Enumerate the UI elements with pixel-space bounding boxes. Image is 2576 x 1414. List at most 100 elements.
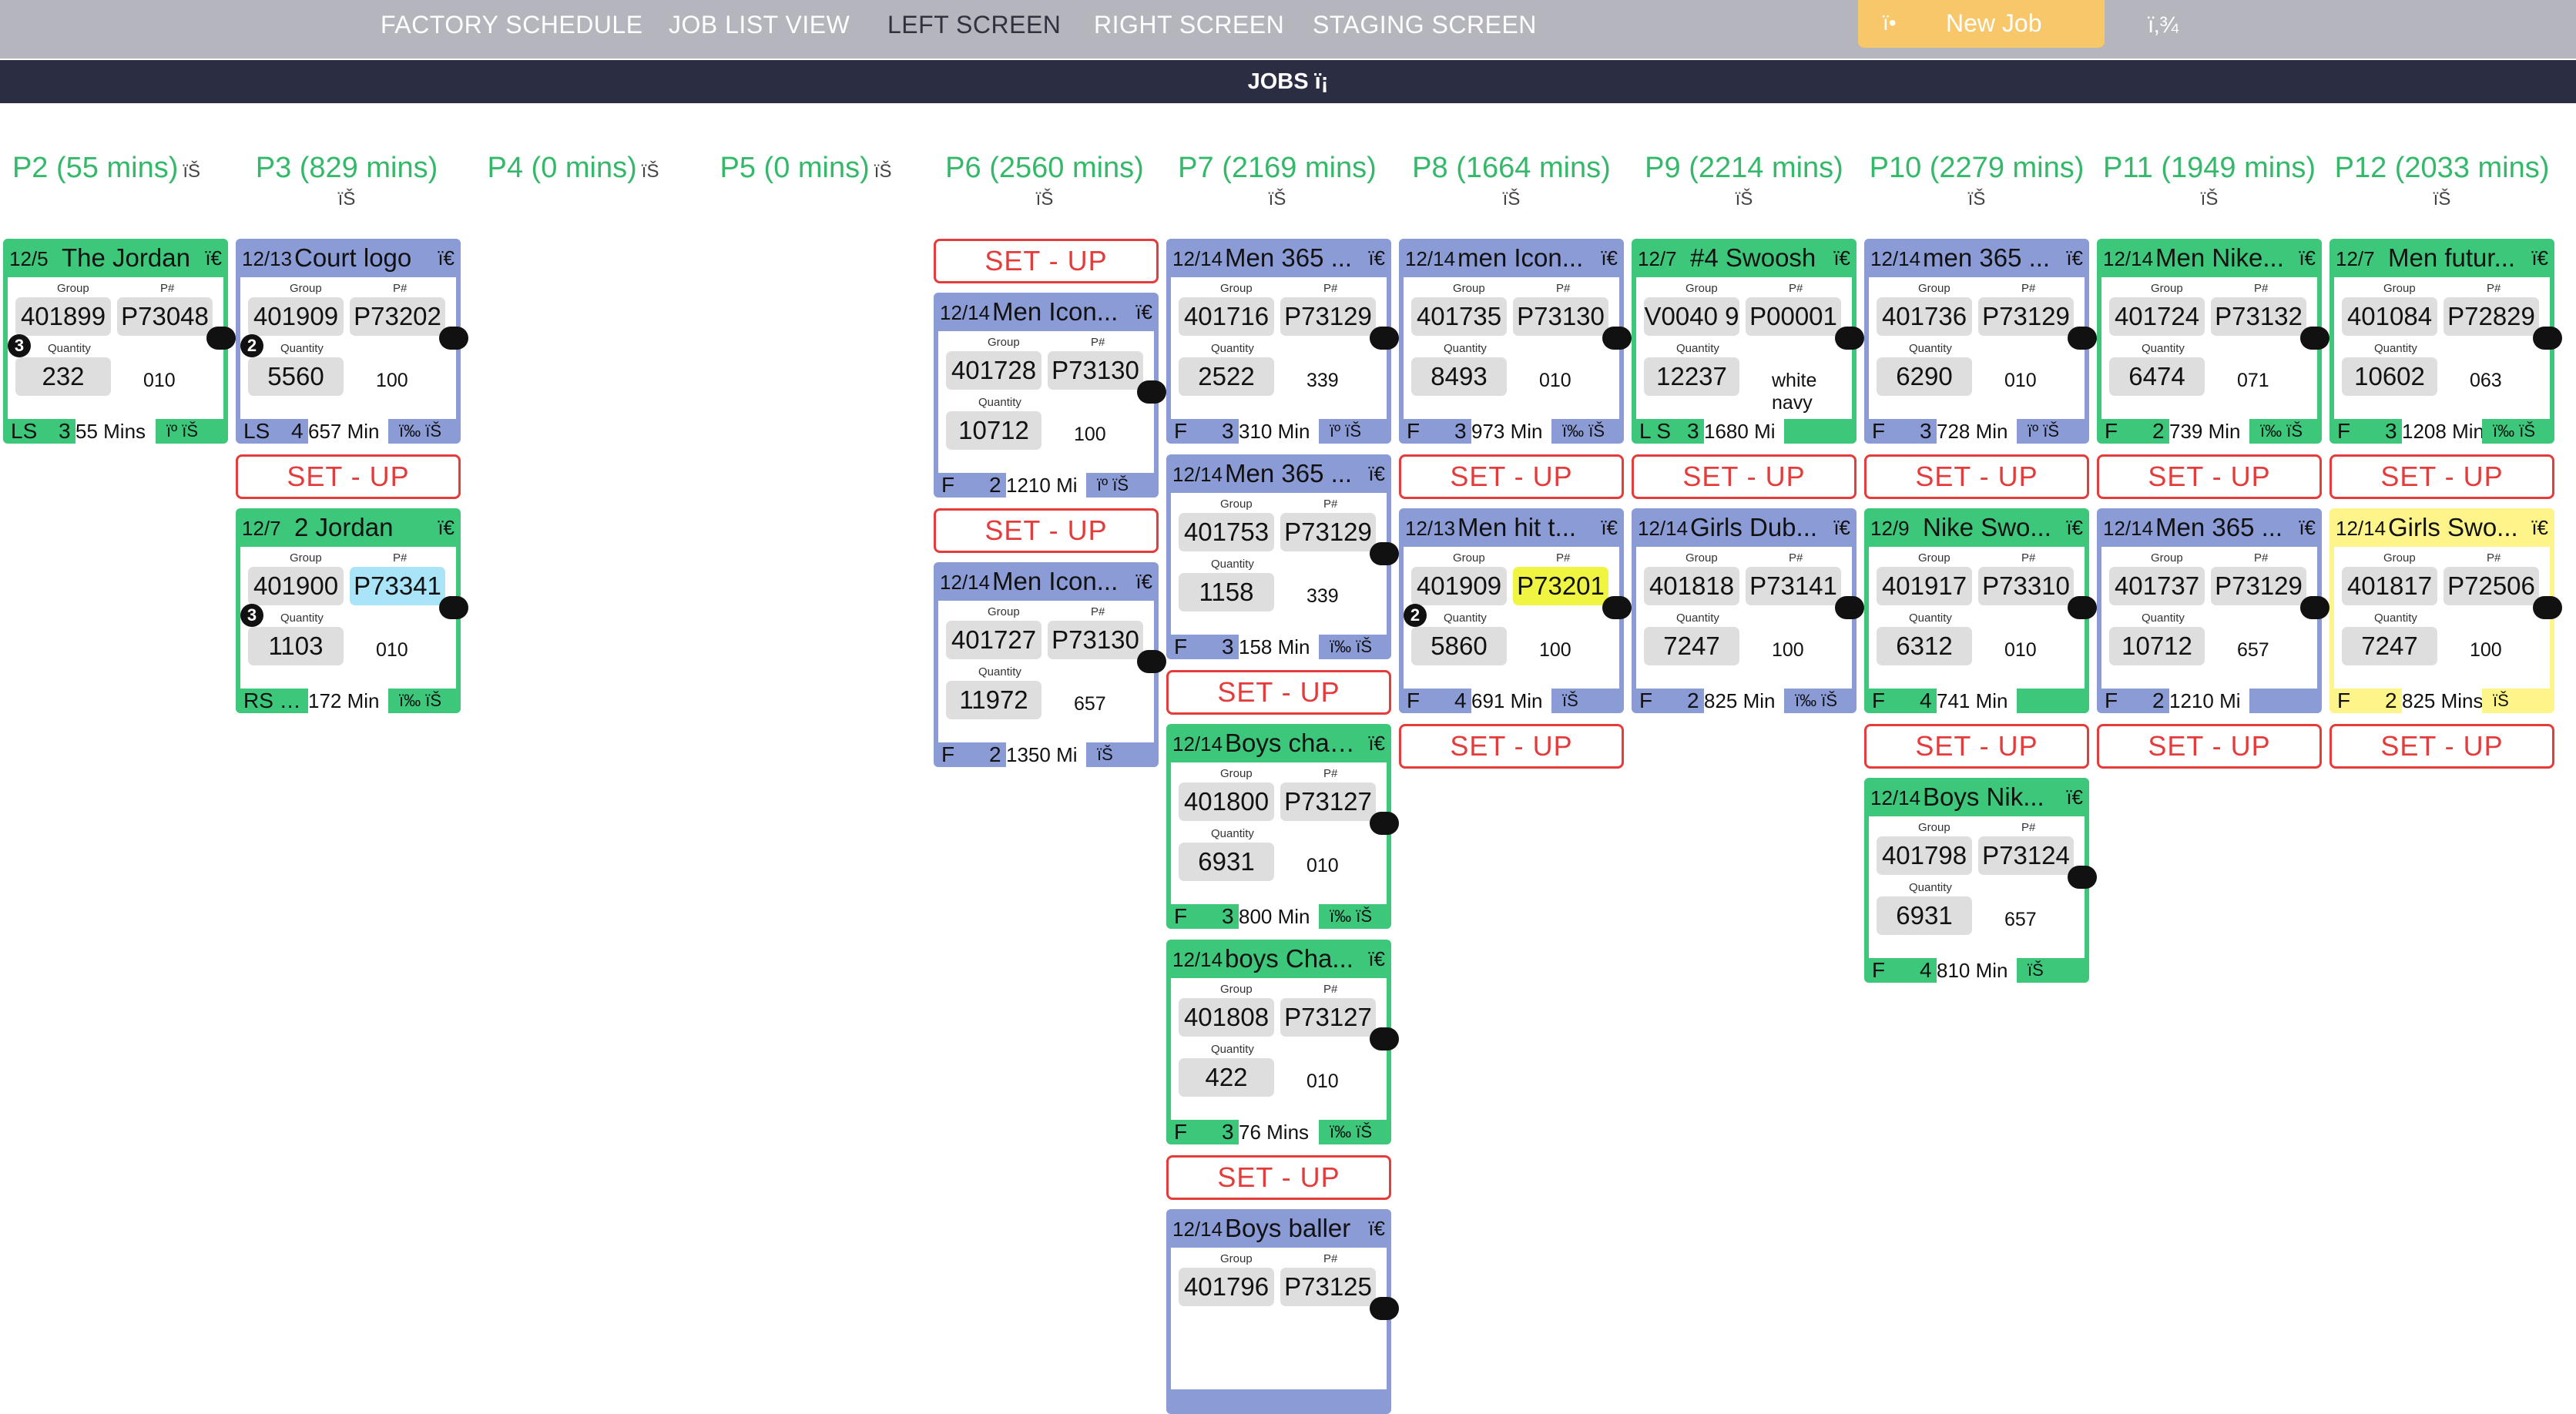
press-header-p6[interactable]: P6 (2560 mins) ïŠ [929, 148, 1160, 211]
card-menu-icon[interactable]: ï€ [1368, 947, 1385, 971]
press-header-p4[interactable]: P4 (0 mins) ïŠ [458, 148, 689, 188]
sort-icon[interactable]: ïŠ [874, 161, 892, 182]
new-job-button[interactable]: ï• New Job [1858, 0, 2105, 48]
press-header-p9[interactable]: P9 (2214 mins) ïŠ [1628, 148, 1860, 211]
setup-marker[interactable]: SET - UP [2097, 454, 2322, 499]
setup-marker[interactable]: SET - UP [1864, 454, 2089, 499]
sort-icon[interactable]: ïŠ [2326, 188, 2558, 211]
setup-marker[interactable]: SET - UP [2097, 724, 2322, 769]
job-card[interactable]: 12/14 Girls Dub... ï€ Group P# 401818 P73141 Qu… [1632, 508, 1864, 713]
drag-handle[interactable] [1370, 1027, 1399, 1050]
status-icons[interactable]: ïŠ [1562, 689, 1578, 713]
drag-handle[interactable] [1835, 327, 1864, 350]
job-card[interactable]: 12/5 The Jordan ï€ Group P# 401899 P73048 Quant… [3, 239, 236, 444]
drag-handle[interactable] [1370, 812, 1399, 835]
job-card[interactable]: 12/14 Men 365 ... ï€ Group P# 401716 P73129 Qua… [1166, 239, 1399, 444]
card-menu-icon[interactable]: ï€ [1368, 462, 1385, 486]
job-card[interactable]: 12/7 #4 Swoosh ï€ Group P# V0040 9 P00001 Quant… [1632, 239, 1864, 444]
card-menu-icon[interactable]: ï€ [1135, 570, 1152, 594]
card-menu-icon[interactable]: ï€ [2531, 516, 2548, 540]
drag-handle[interactable] [2533, 596, 2562, 619]
press-header-p11[interactable]: P11 (1949 mins) ïŠ [2094, 148, 2325, 211]
status-icons[interactable]: ï‰ ïŠ [1330, 1120, 1372, 1144]
drag-handle[interactable] [1835, 596, 1864, 619]
job-card[interactable]: 12/14Boys ballerï€GroupP#401796P73125Qua… [1166, 1209, 1399, 1414]
card-menu-icon[interactable]: ï€ [1368, 246, 1385, 270]
drag-handle[interactable] [1602, 596, 1632, 619]
status-icons[interactable]: ïŠ [1097, 742, 1113, 767]
card-menu-icon[interactable]: ï€ [1368, 1217, 1385, 1241]
drag-handle[interactable] [1137, 380, 1166, 404]
sort-icon[interactable]: ïŠ [929, 188, 1160, 211]
status-icons[interactable]: ï‰ ïŠ [1795, 689, 1837, 713]
setup-marker[interactable]: SET - UP [2329, 724, 2554, 769]
job-card[interactable]: 12/14 Men 365 ... ï€ Group P# 401737 P73129 Qua… [2097, 508, 2329, 713]
nav-left-screen[interactable]: LEFT SCREEN [887, 8, 1061, 42]
card-menu-icon[interactable]: ï€ [1833, 516, 1850, 540]
sort-icon[interactable]: ïŠ [1396, 188, 1627, 211]
card-menu-icon[interactable]: ï€ [2066, 246, 2083, 270]
drag-handle[interactable] [439, 596, 468, 619]
drag-handle[interactable] [1370, 327, 1399, 350]
card-menu-icon[interactable]: ï€ [1135, 300, 1152, 324]
status-icons[interactable]: ïº ïŠ [1330, 419, 1361, 444]
sort-icon[interactable]: ïŠ [642, 161, 659, 182]
press-header-p12[interactable]: P12 (2033 mins) ïŠ [2326, 148, 2558, 211]
card-menu-icon[interactable]: ï€ [1601, 246, 1618, 270]
job-card[interactable]: 12/9 Nike Swo... ï€ Group P# 401917 P73310 Quan… [1864, 508, 2097, 713]
drag-handle[interactable] [1370, 1297, 1399, 1320]
drag-handle[interactable] [2068, 866, 2097, 889]
card-menu-icon[interactable]: ï€ [2066, 786, 2083, 809]
jobs-bar[interactable]: JOBS ï¡ [0, 60, 2576, 103]
job-card[interactable]: 12/7 2 Jordan ï€ Group P# 401900 P73341 Quantit… [236, 508, 468, 713]
job-card[interactable]: 12/14 men Icon... ï€ Group P# 401735 P73130 Qua… [1399, 239, 1632, 444]
sort-icon[interactable]: ïŠ [231, 188, 462, 211]
drag-handle[interactable] [2068, 596, 2097, 619]
press-header-p5[interactable]: P5 (0 mins) ïŠ [690, 148, 921, 188]
status-icons[interactable]: ï‰ ïŠ [1330, 904, 1372, 929]
job-card[interactable]: 12/14 Men Icon... ï€ Group P# 401728 P73130 Qua… [934, 293, 1166, 498]
setup-marker[interactable]: SET - UP [1166, 670, 1391, 715]
status-icons[interactable]: ïŠ [2493, 689, 2509, 713]
press-header-p2[interactable]: P2 (55 mins) ïŠ [0, 148, 222, 188]
press-header-p10[interactable]: P10 (2279 mins) ïŠ [1861, 148, 2092, 211]
sort-icon[interactable]: ïŠ [2094, 188, 2325, 211]
card-menu-icon[interactable]: ï€ [205, 246, 222, 270]
nav-factory-schedule[interactable]: FACTORY SCHEDULE [381, 8, 643, 42]
setup-marker[interactable]: SET - UP [1632, 454, 1857, 499]
sort-icon[interactable]: ïŠ [1628, 188, 1860, 211]
status-icons[interactable]: ï‰ ïŠ [1330, 635, 1372, 659]
status-icons[interactable]: ïº ïŠ [166, 419, 198, 444]
press-header-p8[interactable]: P8 (1664 mins) ïŠ [1396, 148, 1627, 211]
sort-icon[interactable]: ïŠ [1162, 188, 1393, 211]
drag-handle[interactable] [1602, 327, 1632, 350]
card-menu-icon[interactable]: ï€ [2299, 246, 2316, 270]
drag-handle[interactable] [2300, 596, 2329, 619]
status-icons[interactable]: ï‰ ïŠ [2493, 419, 2535, 444]
status-icons[interactable]: ï‰ ïŠ [399, 689, 441, 713]
setup-marker[interactable]: SET - UP [236, 454, 461, 499]
setup-marker[interactable]: SET - UP [2329, 454, 2554, 499]
setup-marker[interactable]: SET - UP [1864, 724, 2089, 769]
drag-handle[interactable] [2533, 327, 2562, 350]
press-header-p7[interactable]: P7 (2169 mins) ïŠ [1162, 148, 1393, 211]
setup-marker[interactable]: SET - UP [1399, 724, 1624, 769]
sort-icon[interactable]: ïŠ [183, 161, 200, 182]
job-card[interactable]: 12/14 Men 365 ... ï€ Group P# 401753 P73129 Qua… [1166, 454, 1399, 659]
drag-handle[interactable] [439, 327, 468, 350]
setup-marker[interactable]: SET - UP [934, 508, 1159, 553]
job-card[interactable]: 12/14 Girls Swo... ï€ Group P# 401817 P72506 Qu… [2329, 508, 2562, 713]
nav-job-list-view[interactable]: JOB LIST VIEW [669, 8, 850, 42]
status-icons[interactable]: ïŠ [2028, 958, 2044, 983]
job-card[interactable]: 12/14 Boys chal... ï€ Group P# 401800 P73127 Qu… [1166, 724, 1399, 929]
setup-marker[interactable]: SET - UP [934, 239, 1159, 283]
job-card[interactable]: 12/14 men 365 ... ï€ Group P# 401736 P73129 Qua… [1864, 239, 2097, 444]
job-card[interactable]: 12/13 Court logo ï€ Group P# 401909 P73202 Quan… [236, 239, 468, 444]
job-card[interactable]: 12/7 Men futur... ï€ Group P# 401084 P72829 Qua… [2329, 239, 2562, 444]
setup-marker[interactable]: SET - UP [1399, 454, 1624, 499]
nav-staging-screen[interactable]: STAGING SCREEN [1313, 8, 1537, 42]
card-menu-icon[interactable]: ï€ [438, 516, 454, 540]
card-menu-icon[interactable]: ï€ [2531, 246, 2548, 270]
job-card[interactable]: 12/13 Men hit t... ï€ Group P# 401909 P73201 Qu… [1399, 508, 1632, 713]
job-card[interactable]: 12/14 Men Icon... ï€ Group P# 401727 P73130 Qua… [934, 562, 1166, 767]
